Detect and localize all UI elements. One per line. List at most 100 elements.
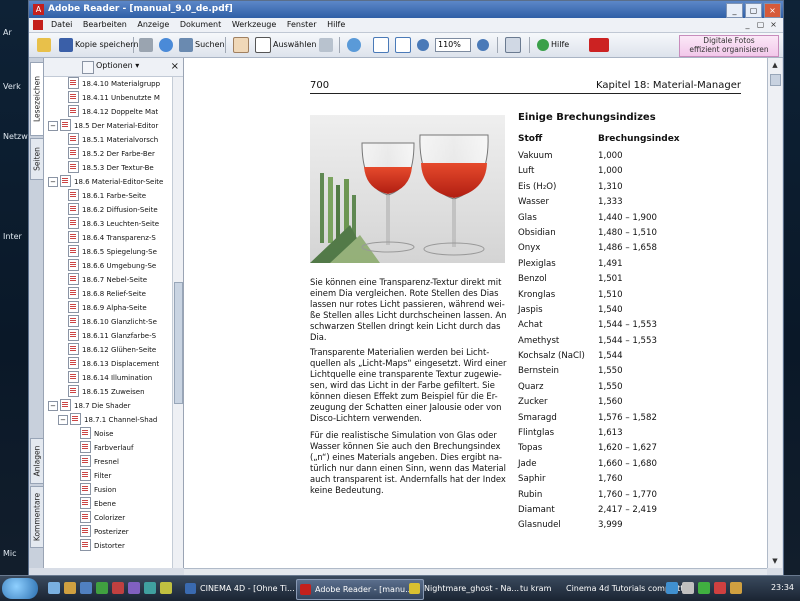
bookmark-options-icon[interactable] <box>82 61 94 74</box>
menu-bearbeiten[interactable]: Bearbeiten <box>79 19 131 31</box>
collapse-toggle-icon[interactable]: − <box>48 121 58 131</box>
menu-datei[interactable]: Datei <box>47 19 76 31</box>
bookmark-item[interactable]: 18.4.12 Doppelte Mat <box>44 105 172 119</box>
scroll-up-icon[interactable]: ▲ <box>770 60 780 70</box>
bookmark-item[interactable]: 18.6.2 Diffusion-Seite <box>44 203 172 217</box>
menu-fenster[interactable]: Fenster <box>283 19 321 31</box>
zoom-field[interactable]: 110% <box>435 38 471 52</box>
panel-close-icon[interactable]: × <box>171 61 179 72</box>
fit-page-button[interactable] <box>373 36 391 54</box>
bookmark-item[interactable]: Ebene <box>44 497 172 511</box>
bookmark-item[interactable]: Noise <box>44 427 172 441</box>
yahoo-button[interactable] <box>589 36 611 54</box>
panel-scrollbar[interactable] <box>172 77 183 568</box>
menu-dokument[interactable]: Dokument <box>176 19 225 31</box>
rotate-button[interactable] <box>505 36 523 54</box>
bookmark-item[interactable]: 18.6.5 Spiegelung-Se <box>44 245 172 259</box>
desktop-label[interactable]: Mic <box>3 549 17 558</box>
desktop-label[interactable]: Ar <box>3 28 12 37</box>
desktop-label[interactable]: Inter <box>3 232 22 241</box>
print-button[interactable] <box>139 36 155 54</box>
doc-minimize-button[interactable]: _ <box>742 19 753 30</box>
bookmark-item[interactable]: Posterizer <box>44 525 172 539</box>
tray-app-icon[interactable] <box>730 582 742 594</box>
menu-hilfe[interactable]: Hilfe <box>323 19 349 31</box>
bookmark-item[interactable]: 18.4.10 Materialgrupp <box>44 77 172 91</box>
title-bar[interactable]: A Adobe Reader - [manual_9.0_de.pdf] _ ▢ × <box>29 1 783 18</box>
bookmark-item[interactable]: 18.6.8 Relief-Seite <box>44 287 172 301</box>
browser-icon[interactable] <box>80 582 92 594</box>
open-button[interactable] <box>37 36 53 54</box>
bookmark-item[interactable]: 18.6.4 Transparenz-S <box>44 231 172 245</box>
hand-tool-button[interactable] <box>233 36 251 54</box>
bookmark-item[interactable]: Fusion <box>44 483 172 497</box>
tab-lesezeichen[interactable]: Lesezeichen <box>30 62 44 136</box>
help-button[interactable]: Hilfe <box>537 36 569 54</box>
promo-button[interactable]: Digitale Fotos effizient organisieren <box>679 35 779 57</box>
desktop-label[interactable]: Verk <box>3 82 21 91</box>
network-icon[interactable] <box>666 582 678 594</box>
start-button[interactable] <box>2 578 38 599</box>
tab-anlagen[interactable]: Anlagen <box>30 438 44 484</box>
taskbar-item-cinema4d[interactable]: CINEMA 4D - [Ohne Ti... <box>182 579 310 598</box>
tab-seiten[interactable]: Seiten <box>30 138 44 180</box>
panel-scroll-thumb[interactable] <box>174 282 183 404</box>
bookmark-item[interactable]: 18.6.7 Nebel-Seite <box>44 273 172 287</box>
bookmark-item[interactable]: 18.6.10 Glanzlicht-Se <box>44 315 172 329</box>
bookmark-item[interactable]: 18.6.13 Displacement <box>44 357 172 371</box>
bookmark-item[interactable]: 18.6.12 Glühen-Seite <box>44 343 172 357</box>
show-desktop-icon[interactable] <box>48 582 60 594</box>
snapshot-button[interactable] <box>319 36 335 54</box>
clock[interactable]: 23:34 <box>771 583 794 592</box>
bookmark-item[interactable]: − 18.6 Material-Editor-Seite <box>44 175 172 189</box>
email-button[interactable] <box>159 36 175 54</box>
bookmark-item[interactable]: Distorter <box>44 539 172 553</box>
bookmark-item[interactable]: 18.5.2 Der Farbe-Ber <box>44 147 172 161</box>
volume-icon[interactable] <box>682 582 694 594</box>
tab-kommentare[interactable]: Kommentare <box>30 486 44 548</box>
select-tool-button[interactable]: Auswählen <box>255 36 316 54</box>
bookmark-item[interactable]: − 18.5 Der Material-Editor <box>44 119 172 133</box>
collapse-toggle-icon[interactable]: − <box>58 415 68 425</box>
player-icon[interactable] <box>96 582 108 594</box>
close-button[interactable]: × <box>764 3 781 18</box>
tray-app-icon[interactable] <box>714 582 726 594</box>
doc-close-button[interactable]: × <box>768 19 779 30</box>
bookmark-item[interactable]: − 18.7 Die Shader <box>44 399 172 413</box>
bookmark-item[interactable]: Filter <box>44 469 172 483</box>
bookmark-item[interactable]: Fresnel <box>44 455 172 469</box>
bookmark-item[interactable]: Colorizer <box>44 511 172 525</box>
explorer-icon[interactable] <box>64 582 76 594</box>
collapse-toggle-icon[interactable]: − <box>48 177 58 187</box>
taskbar-item-adobe-reader[interactable]: Adobe Reader - [manu... <box>296 579 424 600</box>
menu-werkzeuge[interactable]: Werkzeuge <box>228 19 280 31</box>
desktop-label[interactable]: Netzw <box>3 132 28 141</box>
app-icon[interactable] <box>112 582 124 594</box>
bookmark-item[interactable]: 18.5.1 Materialvorsch <box>44 133 172 147</box>
bookmark-item[interactable]: 18.6.6 Umgebung-Se <box>44 259 172 273</box>
bookmark-item[interactable]: 18.6.1 Farbe-Seite <box>44 189 172 203</box>
document-scroll-thumb[interactable] <box>770 74 781 86</box>
bookmark-item[interactable]: 18.6.11 Glanzfarbe-S <box>44 329 172 343</box>
bookmark-item[interactable]: 18.6.9 Alpha-Seite <box>44 301 172 315</box>
zoom-tool-button[interactable] <box>347 36 363 54</box>
maximize-button[interactable]: ▢ <box>745 3 762 18</box>
bookmark-item[interactable]: 18.5.3 Der Textur-Be <box>44 161 172 175</box>
options-menu[interactable]: Optionen ▾ <box>96 61 139 70</box>
zoom-in-button[interactable] <box>477 36 491 54</box>
bookmark-item[interactable]: Farbverlauf <box>44 441 172 455</box>
bookmark-item[interactable]: 18.6.14 Illumination <box>44 371 172 385</box>
menu-anzeige[interactable]: Anzeige <box>133 19 173 31</box>
save-copy-button[interactable]: Kopie speichern <box>59 36 139 54</box>
bookmark-item[interactable]: 18.4.11 Unbenutzte M <box>44 91 172 105</box>
tray-app-icon[interactable] <box>698 582 710 594</box>
app-icon[interactable] <box>144 582 156 594</box>
doc-restore-button[interactable]: ▢ <box>755 19 766 30</box>
app-icon[interactable] <box>160 582 172 594</box>
search-button[interactable]: Suchen <box>179 36 225 54</box>
document-scrollbar[interactable]: ▲ ▼ <box>767 58 782 568</box>
bookmark-item[interactable]: − 18.7.1 Channel-Shad <box>44 413 172 427</box>
app-icon[interactable] <box>128 582 140 594</box>
collapse-toggle-icon[interactable]: − <box>48 401 58 411</box>
minimize-button[interactable]: _ <box>726 3 743 18</box>
